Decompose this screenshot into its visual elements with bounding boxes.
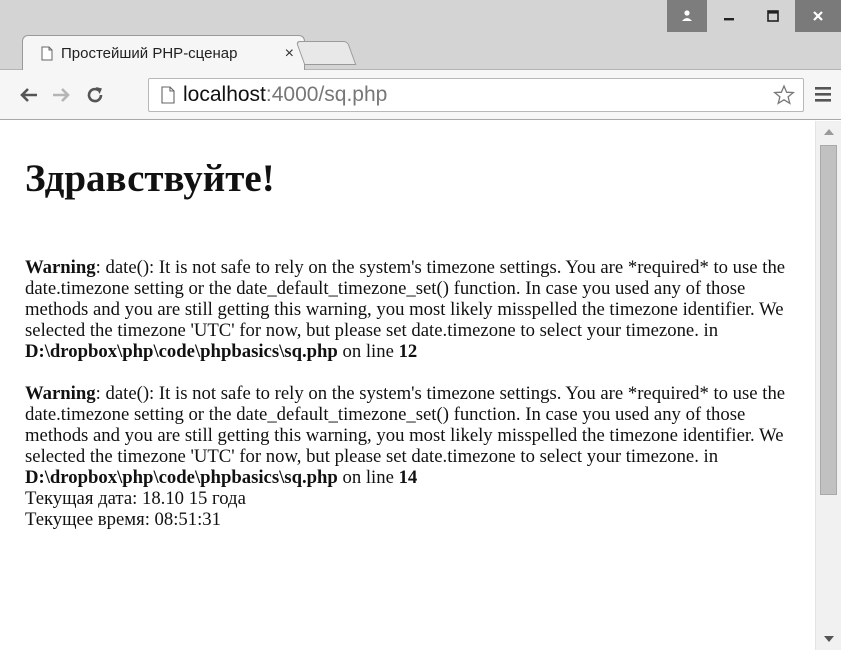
window-controls	[667, 0, 841, 32]
star-icon[interactable]	[773, 84, 795, 111]
scroll-down-arrow-icon[interactable]	[824, 636, 834, 642]
tab-active[interactable]: Простейший PHP-сценар ×	[22, 35, 305, 71]
warning-message: Warning: date(): It is not safe to rely …	[25, 257, 805, 362]
hamburger-menu-icon[interactable]	[814, 85, 832, 108]
title-bar: Простейший PHP-сценар ×	[0, 0, 841, 71]
scroll-thumb[interactable]	[820, 145, 837, 495]
warning-on-line: on line	[337, 341, 399, 362]
scroll-up-arrow-icon[interactable]	[824, 129, 834, 135]
warning-label: Warning	[25, 383, 96, 404]
user-icon[interactable]	[667, 0, 707, 32]
warning-message: Warning: date(): It is not safe to rely …	[25, 383, 805, 488]
close-icon[interactable]	[795, 0, 841, 32]
warning-text: : date(): It is not safe to rely on the …	[25, 257, 786, 341]
warning-file: D:\dropbox\php\code\phpbasics\sq.php	[25, 341, 338, 362]
warning-file: D:\dropbox\php\code\phpbasics\sq.php	[25, 467, 338, 488]
url-host: localhost	[183, 83, 266, 106]
current-time: Текущее время: 08:51:31	[25, 509, 221, 530]
minimize-icon[interactable]	[707, 0, 751, 32]
page-heading: Здравствуйте!	[25, 157, 275, 200]
tab-title: Простейший PHP-сценар	[61, 45, 238, 62]
arrow-right-icon[interactable]	[46, 78, 76, 112]
browser-toolbar: localhost:4000/sq.php	[0, 70, 841, 120]
warning-on-line: on line	[337, 467, 399, 488]
page-content: Здравствуйте! Warning: date(): It is not…	[0, 157, 800, 530]
warning-label: Warning	[25, 257, 96, 278]
vertical-scrollbar[interactable]	[815, 121, 841, 650]
tab-close-icon[interactable]: ×	[285, 45, 294, 63]
address-bar[interactable]: localhost:4000/sq.php	[148, 78, 804, 112]
page-viewport: Здравствуйте! Warning: date(): It is not…	[0, 121, 815, 650]
maximize-icon[interactable]	[751, 0, 795, 32]
page-icon	[41, 46, 53, 61]
arrow-left-icon[interactable]	[14, 78, 44, 112]
warning-line-number: 14	[398, 467, 418, 488]
current-date: Текущая дата: 18.10 15 года	[25, 488, 246, 509]
reload-icon[interactable]	[80, 78, 110, 112]
page-icon	[161, 86, 175, 104]
warning-line-number: 12	[398, 341, 418, 362]
warning-text: : date(): It is not safe to rely on the …	[25, 383, 786, 467]
url-path: :4000/sq.php	[265, 83, 388, 106]
new-tab-button[interactable]	[295, 41, 357, 65]
